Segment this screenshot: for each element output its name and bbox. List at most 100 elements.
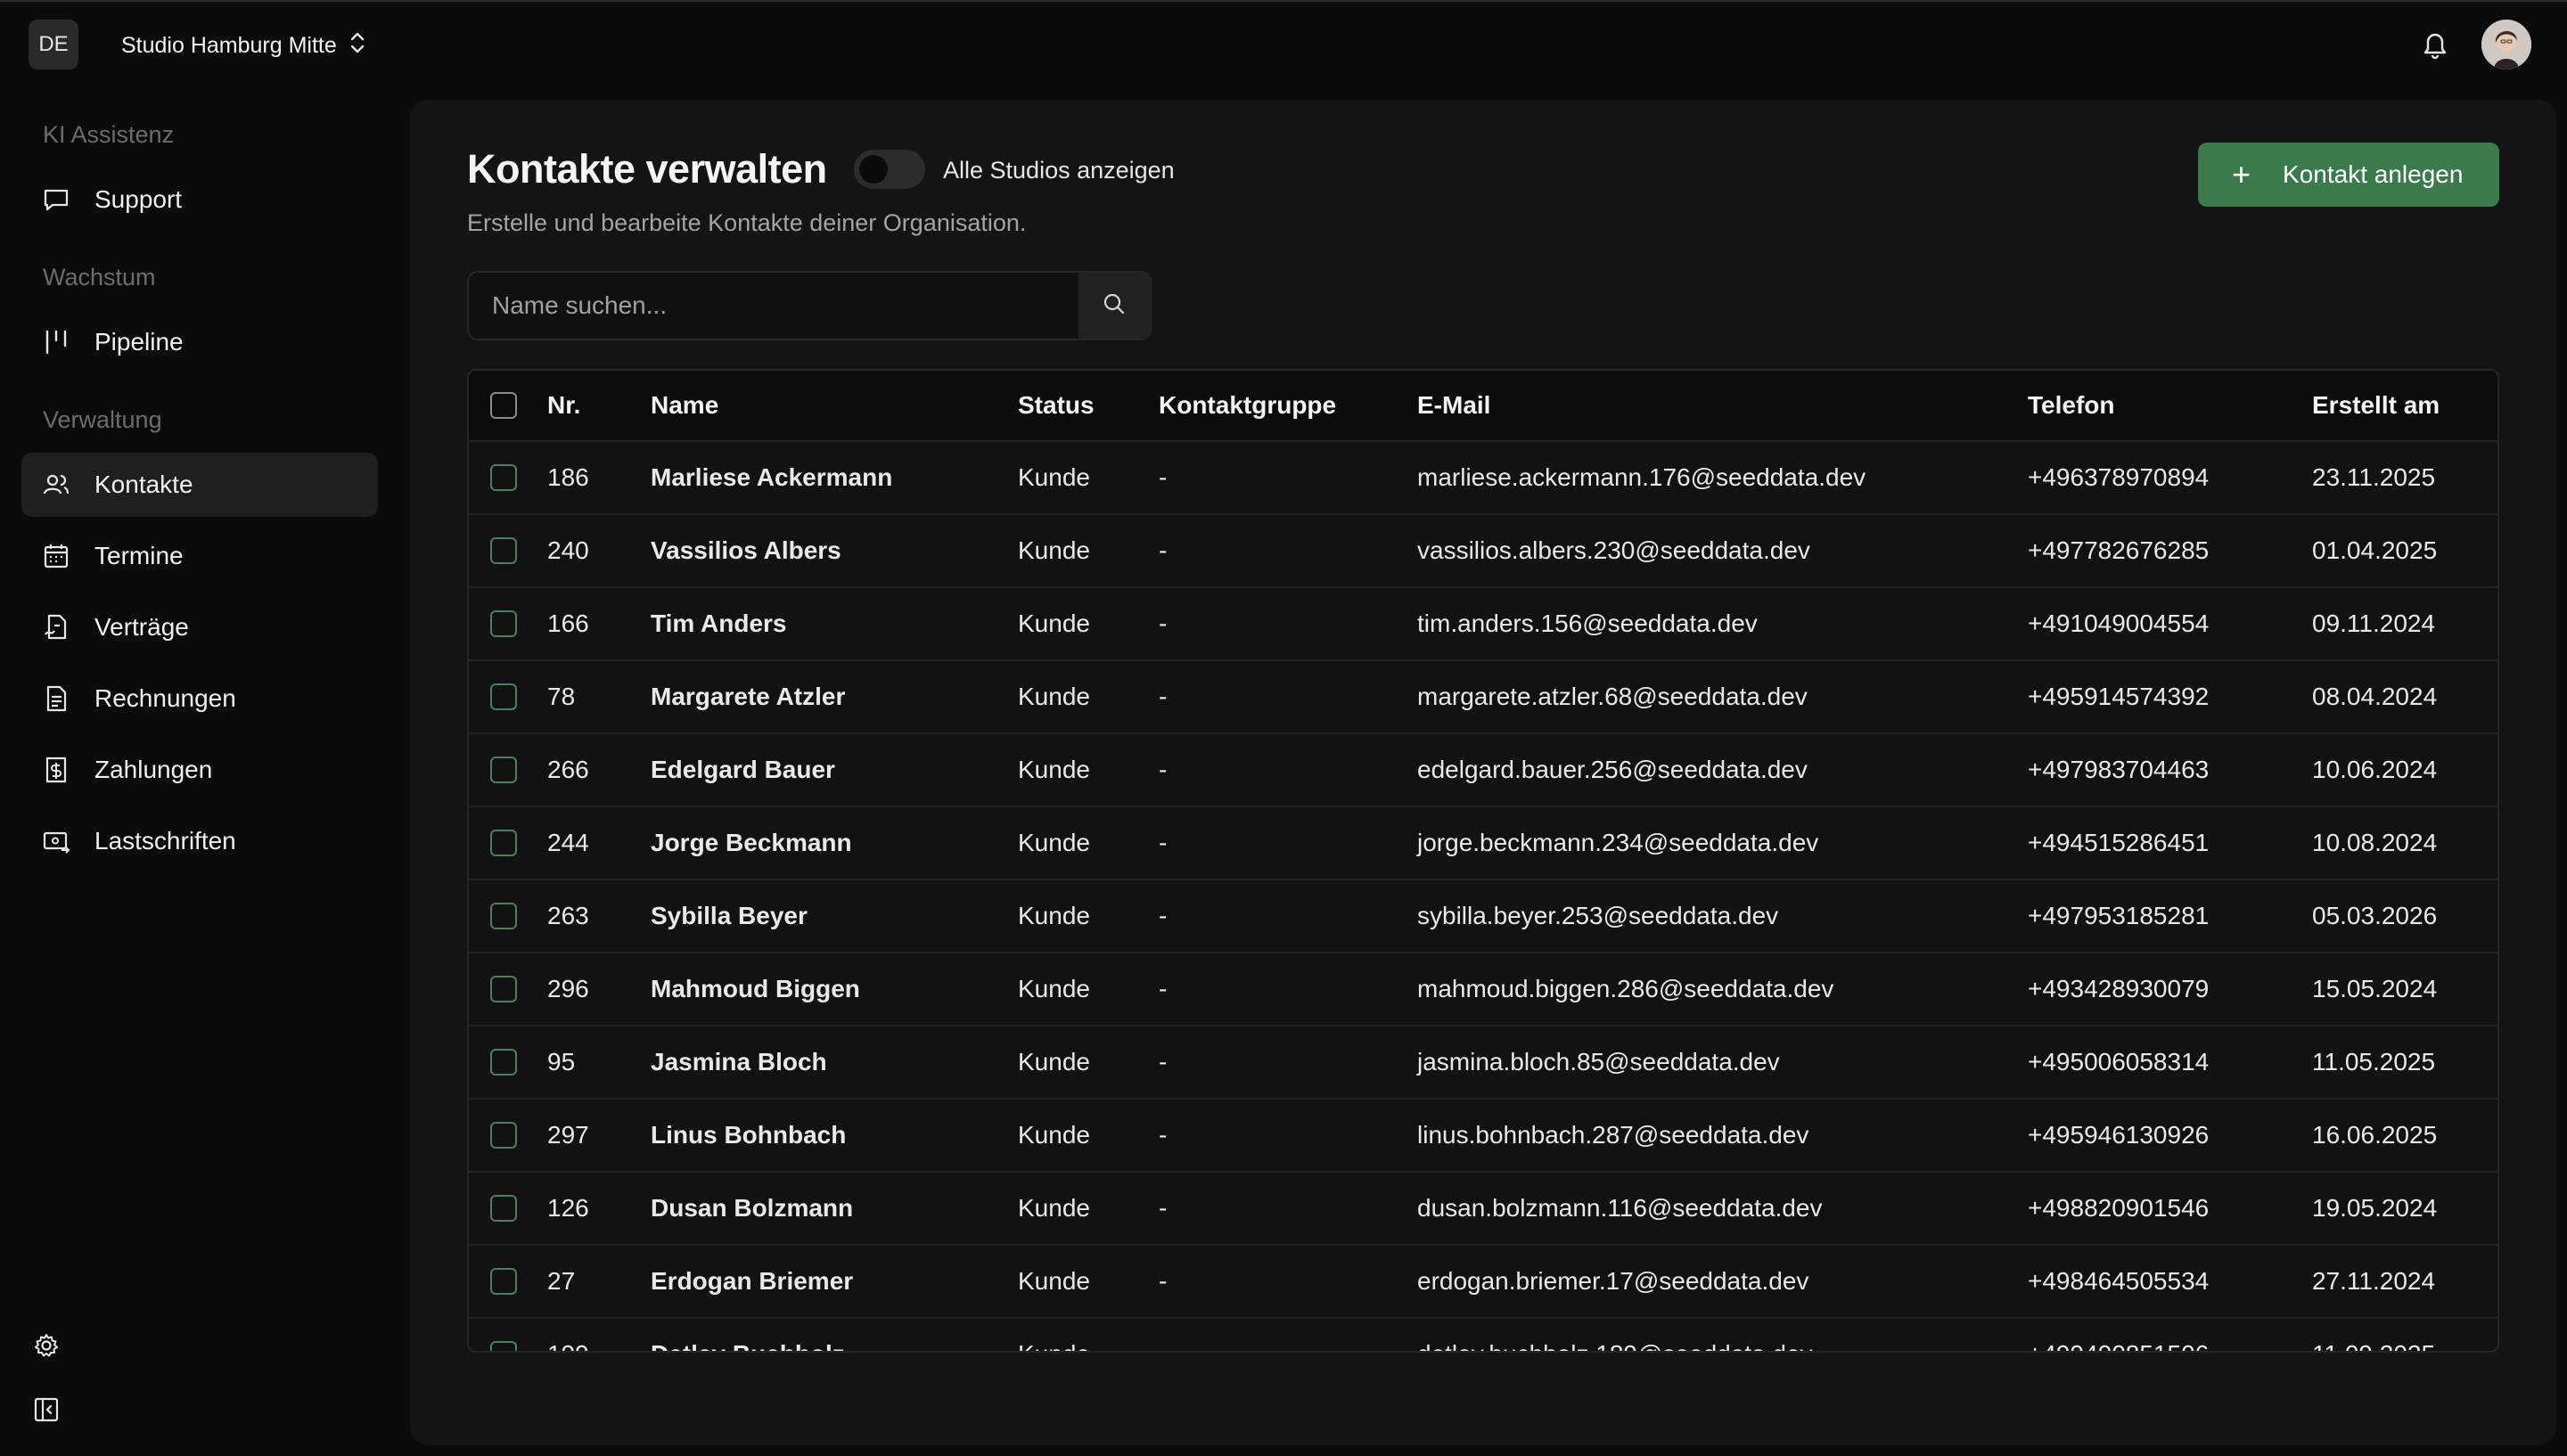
cell-status: Kunde [1018, 902, 1090, 929]
all-studios-toggle[interactable] [854, 150, 925, 189]
table-row[interactable]: 297 Linus Bohnbach Kunde - linus.bohnbach.28… [469, 1100, 2497, 1173]
cell-kontaktgruppe: - [1159, 463, 1168, 491]
cell-erstellt-am: 11.05.2025 [2312, 1048, 2436, 1076]
column-header-status[interactable]: Status [1018, 371, 1095, 440]
table-row[interactable]: 166 Tim Anders Kunde - tim.anders.156@seedda… [469, 588, 2497, 661]
table-row[interactable]: 244 Jorge Beckmann Kunde - jorge.beckmann.23… [469, 807, 2497, 880]
table-row[interactable]: 263 Sybilla Beyer Kunde - sybilla.beyer.253@… [469, 880, 2497, 953]
page-subtitle: Erstelle und bearbeite Kontakte deiner O… [467, 209, 1027, 236]
cell-status: Kunde [1018, 829, 1090, 856]
cell-kontaktgruppe: - [1159, 683, 1168, 710]
cell-erstellt-am: 23.11.2025 [2312, 463, 2436, 491]
cell-kontaktgruppe: - [1159, 1121, 1168, 1149]
table-row[interactable]: 186 Marliese Ackermann Kunde - marliese.acke… [469, 442, 2497, 515]
row-checkbox[interactable] [490, 1195, 517, 1222]
org-badge[interactable]: DE [29, 20, 78, 70]
cell-email: tim.anders.156@seeddata.dev [1417, 609, 1758, 637]
table-row[interactable]: 126 Dusan Bolzmann Kunde - dusan.bolzmann.11… [469, 1173, 2497, 1246]
row-checkbox[interactable] [490, 1341, 517, 1351]
cell-status: Kunde [1018, 683, 1090, 710]
cell-email: dusan.bolzmann.116@seeddata.dev [1417, 1194, 1823, 1222]
cell-nr: 297 [547, 1121, 589, 1149]
search-box [467, 271, 1152, 340]
cell-telefon: +495946130926 [2028, 1121, 2210, 1149]
cell-status: Kunde [1018, 1319, 1090, 1351]
cell-telefon: +498464505534 [2028, 1267, 2210, 1295]
row-checkbox[interactable] [490, 1049, 517, 1076]
table-row[interactable]: 78 Margarete Atzler Kunde - margarete.atzler… [469, 661, 2497, 734]
cell-email: jasmina.bloch.85@seeddata.dev [1417, 1048, 1780, 1076]
table-row[interactable]: 199 Detlev Buchholz Kunde - detlev.buchholz.… [469, 1319, 2497, 1351]
column-header-email[interactable]: E-Mail [1417, 371, 1490, 440]
table-row[interactable]: 266 Edelgard Bauer Kunde - edelgard.bauer.25… [469, 734, 2497, 807]
contract-icon [41, 612, 71, 642]
column-header-erstellt-am[interactable]: Erstellt am [2312, 371, 2440, 440]
sidebar-item-support[interactable]: Support [21, 168, 378, 232]
sidebar-item-vertraege[interactable]: Verträge [21, 595, 378, 659]
cell-erstellt-am: 16.06.2025 [2312, 1121, 2438, 1149]
column-header-telefon[interactable]: Telefon [2028, 371, 2114, 440]
row-checkbox[interactable] [490, 537, 517, 564]
cell-telefon: +491049004554 [2028, 609, 2210, 637]
cell-nr: 166 [547, 609, 589, 637]
sidebar-item-pipeline[interactable]: Pipeline [21, 310, 378, 374]
table-row[interactable]: 27 Erdogan Briemer Kunde - erdogan.briemer.1… [469, 1246, 2497, 1319]
cell-email: margarete.atzler.68@seeddata.dev [1417, 683, 1808, 710]
cell-nr: 263 [547, 902, 589, 929]
table-row[interactable]: 240 Vassilios Albers Kunde - vassilios.alber… [469, 515, 2497, 588]
collapse-sidebar-icon[interactable] [29, 1392, 64, 1427]
cell-status: Kunde [1018, 536, 1090, 564]
row-checkbox[interactable] [490, 683, 517, 710]
cell-telefon: +494515286451 [2028, 829, 2210, 856]
row-checkbox[interactable] [490, 830, 517, 856]
sidebar-item-rechnungen[interactable]: Rechnungen [21, 667, 378, 731]
cell-nr: 27 [547, 1267, 576, 1295]
row-checkbox[interactable] [490, 903, 517, 929]
add-contact-button[interactable]: + Kontakt anlegen [2198, 143, 2499, 207]
row-checkbox[interactable] [490, 1268, 517, 1295]
sidebar: KI Assistenz Support Wachstum Pipeline V… [0, 89, 401, 1456]
sidebar-item-lastschriften[interactable]: Lastschriften [21, 809, 378, 873]
column-header-kontaktgruppe[interactable]: Kontaktgruppe [1159, 371, 1336, 440]
cell-telefon: +499400851506 [2028, 1319, 2209, 1351]
search-input[interactable] [469, 273, 1080, 339]
column-header-name[interactable]: Name [651, 371, 718, 440]
toggle-label: Alle Studios anzeigen [943, 157, 1175, 184]
cell-telefon: +498820901546 [2028, 1194, 2210, 1222]
avatar[interactable] [2481, 20, 2531, 70]
cell-email: erdogan.briemer.17@seeddata.dev [1417, 1267, 1809, 1295]
cell-name: Erdogan Briemer [651, 1267, 854, 1295]
sidebar-item-zahlungen[interactable]: Zahlungen [21, 738, 378, 802]
cell-email: edelgard.bauer.256@seeddata.dev [1417, 756, 1808, 783]
direct-debit-icon [41, 826, 71, 856]
row-checkbox[interactable] [490, 757, 517, 783]
table-row[interactable]: 95 Jasmina Bloch Kunde - jasmina.bloch.85@se… [469, 1027, 2497, 1100]
search-button[interactable] [1078, 273, 1150, 339]
row-checkbox[interactable] [490, 976, 517, 1002]
cell-name: Tim Anders [651, 609, 787, 637]
row-checkbox[interactable] [490, 1122, 517, 1149]
bell-icon[interactable] [2415, 25, 2455, 64]
gear-icon[interactable] [29, 1328, 64, 1363]
cell-nr: 296 [547, 975, 589, 1002]
cell-email: jorge.beckmann.234@seeddata.dev [1417, 829, 1819, 856]
cell-nr: 244 [547, 829, 589, 856]
cell-telefon: +496378970894 [2028, 463, 2210, 491]
plus-icon: + [2232, 156, 2251, 192]
cell-status: Kunde [1018, 609, 1090, 637]
table-row[interactable]: 296 Mahmoud Biggen Kunde - mahmoud.biggen.28… [469, 953, 2497, 1027]
calendar-icon [41, 541, 71, 571]
column-header-nr[interactable]: Nr. [547, 371, 580, 440]
select-all-checkbox[interactable] [490, 392, 517, 419]
sidebar-item-kontakte[interactable]: Kontakte [21, 453, 378, 517]
contacts-table: Nr. Name Status Kontaktgruppe E-Mail Tel… [467, 369, 2499, 1353]
row-checkbox[interactable] [490, 464, 517, 491]
row-checkbox[interactable] [490, 610, 517, 637]
cell-erstellt-am: 27.11.2024 [2312, 1267, 2436, 1295]
sidebar-item-termine[interactable]: Termine [21, 524, 378, 588]
cell-email: linus.bohnbach.287@seeddata.dev [1417, 1121, 1809, 1149]
cell-email: vassilios.albers.230@seeddata.dev [1417, 536, 1810, 564]
studio-switcher[interactable]: Studio Hamburg Mitte [121, 27, 367, 64]
cell-status: Kunde [1018, 1194, 1090, 1222]
cell-name: Marliese Ackermann [651, 463, 893, 491]
